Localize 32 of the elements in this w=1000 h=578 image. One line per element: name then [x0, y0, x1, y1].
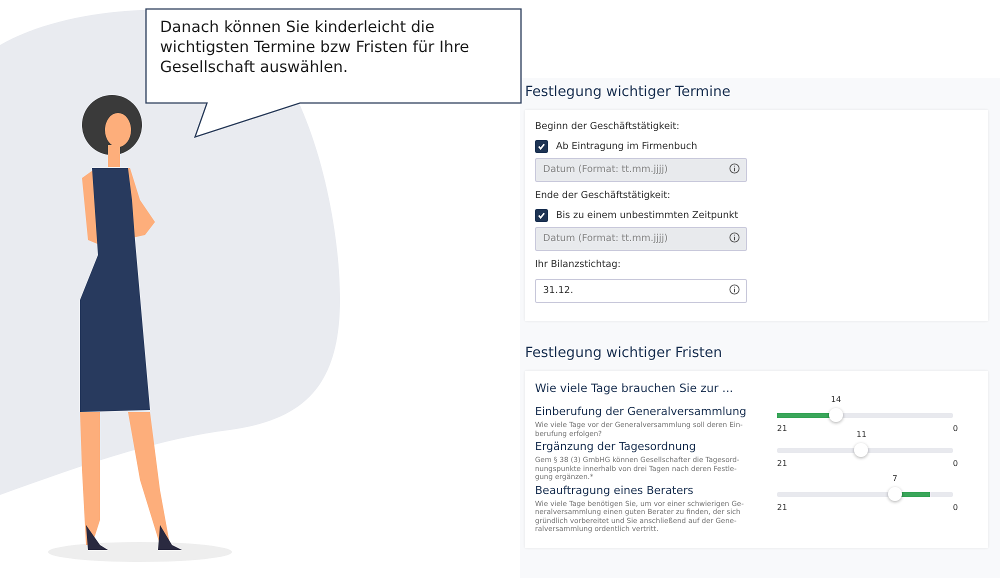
info-icon[interactable] — [729, 284, 740, 295]
field-label: Beginn der Geschäftstätigkeit: — [535, 121, 680, 132]
item-title: Ergänzung der Tagesordnung — [535, 440, 697, 453]
section-heading: Festlegung wichtiger Fristen — [525, 345, 724, 361]
slider-min-label: 21 — [777, 424, 788, 433]
date-field[interactable]: 31.12. — [535, 278, 747, 302]
question-text: Wie viele Tage brauchen Sie zur ... — [535, 381, 734, 395]
bubble-text: Danach können Sie kinderleicht die wichtigsten Termine bzw Fristen für Ihre Gesellschaft auswählen. — [160, 17, 470, 77]
section-heading: Festlegung wichtiger Termine — [525, 84, 732, 100]
slider-value: 7 — [892, 474, 898, 482]
checkbox[interactable] — [535, 140, 548, 153]
item-title: Beauftragung eines Beraters — [535, 484, 694, 496]
slider-min-label: 21 — [777, 502, 788, 512]
info-icon[interactable] — [729, 232, 740, 243]
slider-thumb[interactable] — [888, 486, 902, 500]
slider-min-label: 21 — [777, 459, 788, 468]
slider-max-label: 0 — [952, 459, 958, 468]
slider-thumb[interactable] — [828, 408, 843, 422]
field-label: Ende der Geschäftstätigkeit: — [535, 190, 672, 201]
checkbox[interactable] — [535, 209, 548, 222]
item-title: Einberufung der Generalversammlung — [535, 405, 748, 418]
slider-value: 11 — [856, 430, 867, 439]
info-icon[interactable] — [729, 163, 740, 174]
slider-thumb[interactable] — [854, 443, 868, 457]
checkbox-label: Ab Eintragung im Firmenbuch — [556, 141, 698, 152]
field-label: Ihr Bilanzstichtag: — [535, 259, 622, 270]
checkbox-label: Bis zu einem unbestimmten Zeitpunkt — [556, 210, 738, 221]
check-icon — [537, 142, 546, 151]
check-icon — [537, 211, 546, 220]
slider-max-label: 0 — [952, 502, 958, 512]
slider-value: 14 — [830, 395, 842, 404]
slider-max-label: 0 — [952, 424, 958, 433]
